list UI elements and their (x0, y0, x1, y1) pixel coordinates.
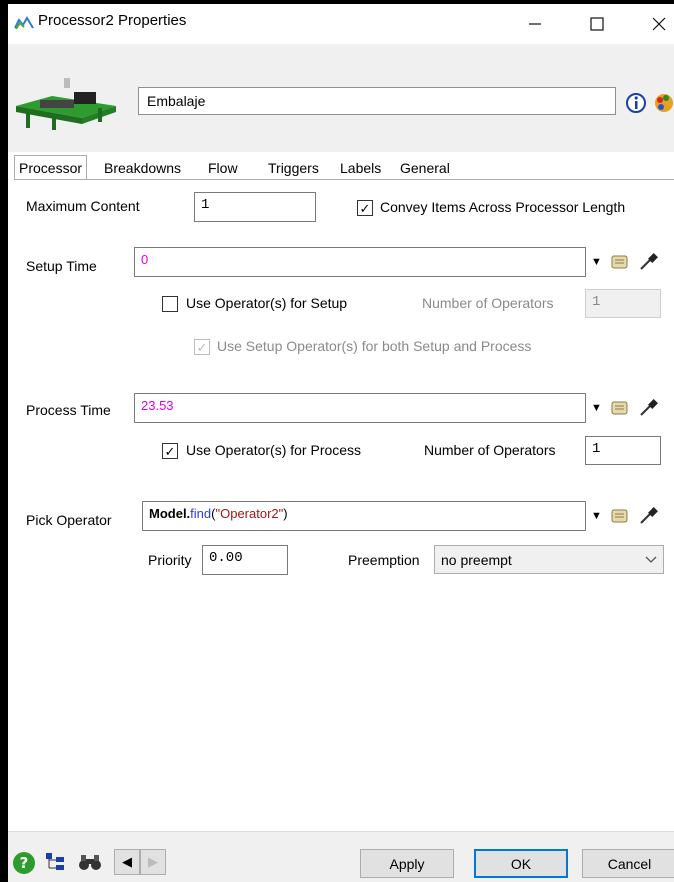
script-edit-icon[interactable] (610, 253, 630, 271)
title-bar[interactable]: Processor2 Properties (8, 4, 674, 44)
tab-breakdowns[interactable]: Breakdowns (100, 156, 185, 180)
app-icon (14, 16, 34, 30)
tab-processor[interactable]: Processor (14, 155, 88, 181)
window-title: Processor2 Properties (38, 12, 187, 29)
setup-time-input[interactable]: 0 (134, 247, 586, 277)
tab-flow[interactable]: Flow (204, 156, 242, 180)
minimize-button[interactable] (512, 4, 558, 44)
code-paren-close: ) (283, 506, 288, 521)
process-time-input[interactable]: 23.53 (134, 393, 586, 423)
tab-label: General (400, 160, 450, 176)
eyedropper-icon[interactable] (638, 506, 658, 526)
setup-time-tools: ▼ (591, 252, 658, 272)
dropdown-arrow-icon[interactable]: ▼ (591, 402, 602, 414)
minimize-icon (529, 23, 541, 25)
num-operators-setup-label: Number of Operators (422, 295, 554, 311)
checkmark-icon: ✓ (164, 443, 176, 459)
use-setup-both-checkbox[interactable]: ✓ (194, 339, 210, 355)
object-name-input[interactable] (138, 87, 616, 115)
max-content-label: Maximum Content (26, 198, 140, 214)
help-icon[interactable]: ? (12, 851, 36, 875)
color-palette-icon[interactable] (652, 90, 674, 116)
close-button[interactable] (636, 4, 674, 44)
tab-label: Flow (208, 160, 238, 176)
num-operators-process-label: Number of Operators (424, 442, 556, 458)
preemption-value: no preempt (441, 551, 512, 568)
svg-text:?: ? (20, 854, 29, 872)
preemption-select[interactable]: no preempt (434, 545, 664, 574)
use-setup-both-label: Use Setup Operator(s) for both Setup and… (217, 338, 532, 354)
priority-input[interactable]: 0.00 (202, 545, 288, 575)
num-operators-process-input[interactable]: 1 (585, 436, 661, 465)
apply-button[interactable]: Apply (360, 849, 454, 878)
dropdown-arrow-icon[interactable]: ▼ (591, 256, 602, 268)
use-operator-process-checkbox[interactable]: ✓ (162, 443, 178, 459)
convey-items-label: Convey Items Across Processor Length (380, 199, 626, 215)
tab-labels[interactable]: Labels (336, 156, 385, 180)
footer-bar: ? ◀ ▶ Apply OK Cancel (8, 831, 674, 882)
properties-window: Processor2 Properties Proc (8, 4, 674, 882)
info-icon[interactable] (625, 92, 647, 114)
eyedropper-icon[interactable] (638, 398, 658, 418)
code-function: find (190, 506, 212, 521)
tab-label: Processor (19, 160, 83, 176)
checkmark-icon: ✓ (359, 200, 371, 216)
pick-operator-tools: ▼ (591, 506, 658, 526)
tab-label: Labels (340, 160, 382, 176)
next-object-button[interactable]: ▶ (140, 849, 166, 875)
maximize-button[interactable] (574, 4, 620, 44)
processor-object-icon (16, 78, 116, 130)
code-object: Model. (149, 506, 191, 521)
tab-general[interactable]: General (396, 156, 454, 180)
close-icon (652, 17, 666, 31)
use-operator-setup-label: Use Operator(s) for Setup (186, 295, 348, 311)
process-time-label: Process Time (26, 402, 111, 418)
setup-time-label: Setup Time (26, 258, 97, 274)
tab-label: Breakdowns (104, 160, 182, 176)
preemption-label: Preemption (348, 552, 420, 568)
priority-label: Priority (148, 552, 192, 568)
num-operators-setup-input[interactable]: 1 (585, 289, 661, 318)
use-operator-setup-checkbox[interactable] (162, 296, 178, 312)
chevron-down-icon (645, 556, 657, 563)
script-edit-icon[interactable] (610, 507, 630, 525)
script-edit-icon[interactable] (610, 399, 630, 417)
ok-button[interactable]: OK (474, 849, 568, 878)
convey-items-checkbox[interactable]: ✓ (357, 200, 373, 216)
chevron-right-icon: ▶ (148, 854, 158, 869)
process-time-tools: ▼ (591, 398, 658, 418)
prev-object-button[interactable]: ◀ (114, 849, 140, 875)
dropdown-arrow-icon[interactable]: ▼ (591, 510, 602, 522)
maximize-icon (590, 17, 604, 31)
pick-operator-label: Pick Operator (26, 512, 112, 528)
pick-operator-input[interactable]: Model.find("Operator2") (142, 501, 586, 531)
eyedropper-icon[interactable] (638, 252, 658, 272)
tree-view-icon[interactable] (44, 851, 66, 873)
use-operator-process-label: Use Operator(s) for Process (186, 442, 362, 458)
binoculars-icon[interactable] (78, 851, 102, 873)
checkmark-icon: ✓ (196, 339, 208, 355)
chevron-left-icon: ◀ (122, 854, 132, 869)
tab-triggers[interactable]: Triggers (264, 156, 323, 180)
cancel-button[interactable]: Cancel (582, 849, 674, 878)
code-string: "Operator2" (215, 506, 284, 521)
tab-label: Triggers (268, 160, 319, 176)
max-content-input[interactable]: 1 (194, 192, 316, 222)
